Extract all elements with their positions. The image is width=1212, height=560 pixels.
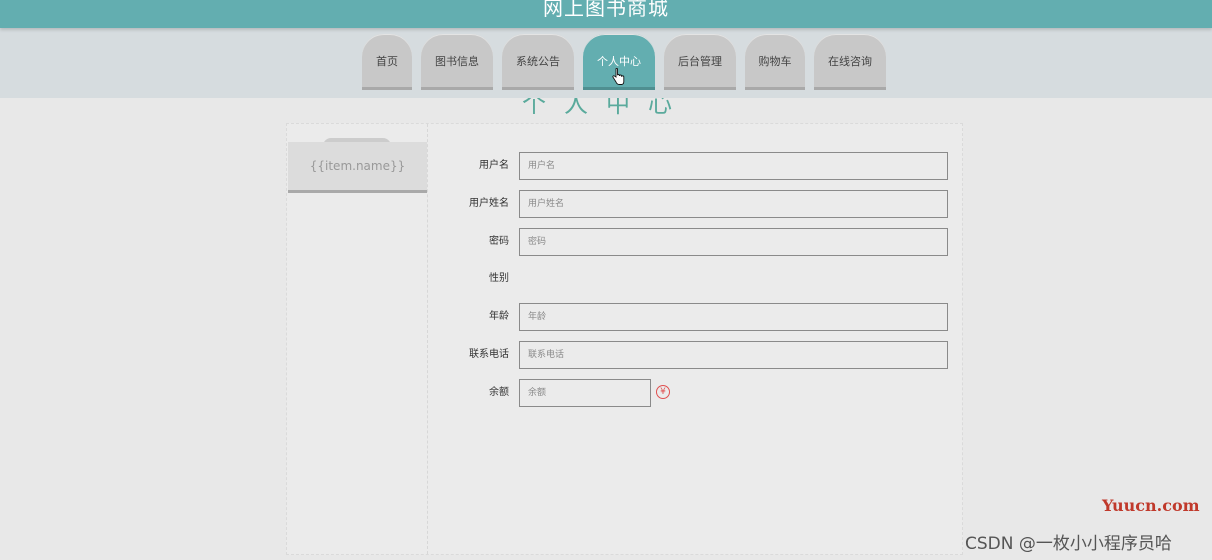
password-input[interactable] <box>519 228 948 256</box>
gender-row: 性别 <box>428 265 948 293</box>
real-name-label: 用户姓名 <box>469 198 509 209</box>
watermark-csdn: CSDN @一枚小小程序员哈 <box>965 534 1172 554</box>
hand-pointer-icon <box>612 68 625 85</box>
phone-input[interactable] <box>519 341 948 369</box>
gender-label: 性别 <box>489 273 509 284</box>
tab-cart[interactable]: 购物车 <box>745 34 805 90</box>
personal-center-panel: {{item.name}} 用户名 用户姓名 密码 性别 年龄 联系电话 余额 … <box>286 123 963 555</box>
nav-band: 首页 图书信息 系统公告 个人中心 后台管理 购物车 在线咨询 <box>0 28 1212 98</box>
username-input[interactable] <box>519 152 948 180</box>
phone-label: 联系电话 <box>469 349 509 360</box>
username-row: 用户名 <box>428 152 948 180</box>
tab-online-consult[interactable]: 在线咨询 <box>814 34 886 90</box>
age-label: 年龄 <box>489 311 509 322</box>
password-label: 密码 <box>489 236 509 247</box>
balance-label: 余额 <box>489 387 509 398</box>
username-label: 用户名 <box>479 160 509 171</box>
tab-home[interactable]: 首页 <box>362 34 412 90</box>
password-row: 密码 <box>428 228 948 256</box>
real-name-row: 用户姓名 <box>428 190 948 218</box>
balance-row: 余额 ¥ <box>428 379 948 407</box>
yen-icon: ¥ <box>656 385 670 399</box>
watermark-yuucn: Yuucn.com <box>1102 496 1200 515</box>
header-bar: 网上图书商城 <box>0 0 1212 28</box>
tab-book-info[interactable]: 图书信息 <box>421 34 493 90</box>
real-name-input[interactable] <box>519 190 948 218</box>
tab-admin[interactable]: 后台管理 <box>664 34 736 90</box>
age-row: 年龄 <box>428 303 948 331</box>
site-title: 网上图书商城 <box>543 0 669 20</box>
age-input[interactable] <box>519 303 948 331</box>
sidebar: {{item.name}} <box>287 124 428 554</box>
balance-input[interactable] <box>519 379 651 407</box>
sidebar-item[interactable]: {{item.name}} <box>288 142 427 193</box>
phone-row: 联系电话 <box>428 341 948 369</box>
tab-announcements[interactable]: 系统公告 <box>502 34 574 90</box>
